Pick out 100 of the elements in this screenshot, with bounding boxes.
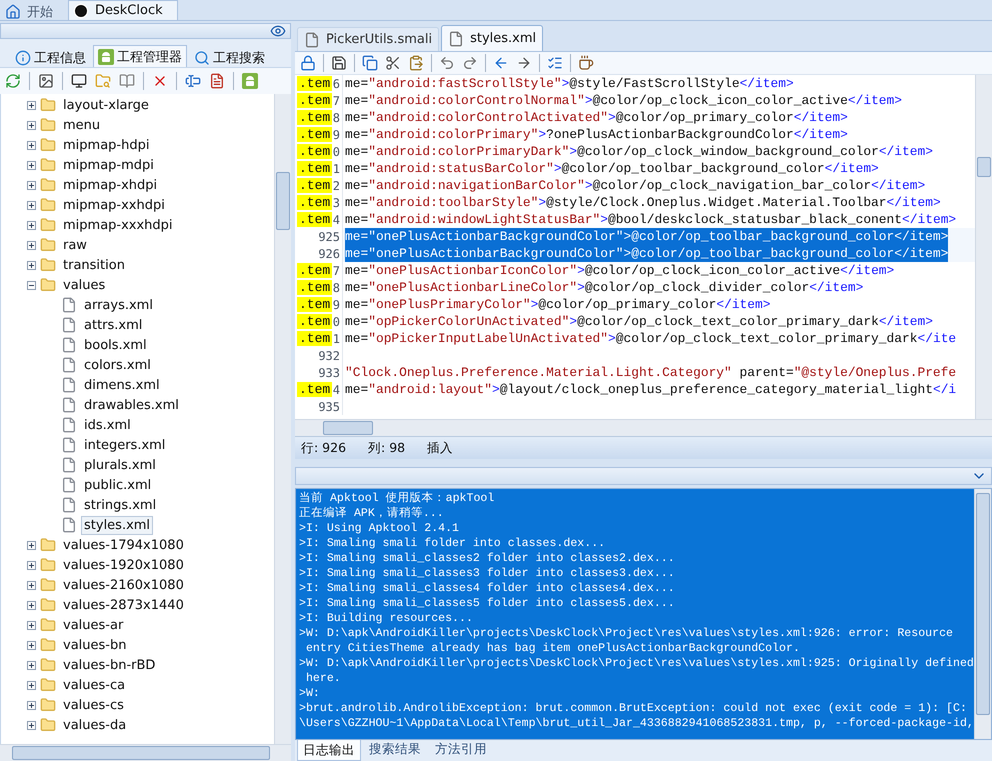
code-line: me="android:statusBarColor">@color/op_toolbar_background_color</item> [345, 160, 879, 177]
code-line: me="android:windowLightStatusBar">@bool/deskclock_statusbar_black_conent</item> [345, 211, 956, 228]
tree-item[interactable]: mipmap-mdpi [60, 156, 157, 174]
expand-icon[interactable] [27, 260, 36, 270]
expand-icon[interactable] [27, 620, 36, 630]
tree-item[interactable]: arrays.xml [81, 296, 156, 314]
expand-icon[interactable] [27, 640, 36, 650]
expand-icon[interactable] [27, 140, 36, 150]
scrollbar-thumb[interactable] [323, 421, 373, 435]
file-tab[interactable]: styles.xml [441, 25, 544, 51]
tree-item[interactable]: mipmap-xhdpi [60, 176, 160, 194]
expand-icon[interactable] [27, 580, 36, 590]
vertical-scrollbar[interactable] [274, 94, 291, 744]
tab[interactable]: 搜索结果 [363, 740, 427, 759]
tree-item[interactable]: plurals.xml [81, 456, 159, 474]
tree-item[interactable]: values-ca [60, 676, 128, 694]
expand-icon[interactable] [27, 120, 36, 130]
tab[interactable]: 工程搜索 [189, 47, 270, 67]
tree-item[interactable]: public.xml [81, 476, 154, 494]
log-line: >W: [299, 686, 321, 701]
tree-item[interactable]: values-bn [60, 636, 130, 654]
tab[interactable]: 开始 [0, 2, 68, 20]
folder-icon [40, 537, 56, 553]
horizontal-scrollbar[interactable] [295, 419, 992, 436]
tab[interactable]: 日志输出 [297, 740, 361, 761]
expand-icon[interactable] [27, 680, 36, 690]
tree-item[interactable]: mipmap-xxhdpi [60, 196, 168, 214]
robot-icon [242, 73, 258, 89]
expand-icon[interactable] [27, 600, 36, 610]
tree-item[interactable]: strings.xml [81, 496, 160, 514]
tree-item[interactable]: values-1794x1080 [60, 536, 187, 554]
vertical-scrollbar[interactable] [975, 75, 992, 419]
tree-item[interactable]: values-bn-rBD [60, 656, 158, 674]
tree-item[interactable]: attrs.xml [81, 316, 146, 334]
tree-item[interactable]: dimens.xml [81, 376, 163, 394]
expand-icon[interactable] [27, 200, 36, 210]
folder-icon [40, 217, 56, 233]
line-number: 3 [332, 196, 340, 210]
tab[interactable]: 工程信息 [10, 47, 91, 67]
scrollbar-thumb[interactable] [977, 157, 991, 177]
log-line: >I: Smaling smali_classes2 folder into classes2.dex... [299, 551, 676, 566]
line-number: 2 [332, 178, 340, 192]
file-icon [61, 517, 77, 533]
expand-icon[interactable] [27, 700, 36, 710]
tree-item[interactable]: values [60, 276, 108, 294]
collapse-icon[interactable] [27, 280, 36, 290]
tree-item[interactable]: colors.xml [81, 356, 154, 374]
file-tab[interactable]: PickerUtils.smali [297, 27, 440, 51]
scrollbar-thumb[interactable] [976, 493, 990, 715]
expand-icon[interactable] [27, 540, 36, 550]
tree-item[interactable]: values-da [60, 716, 130, 734]
vertical-scrollbar[interactable] [974, 489, 991, 739]
line-number: 8 [332, 280, 340, 294]
code-line: me="onePlusActionbarIconColor">@color/op_clock_icon_color_active</item> [345, 262, 894, 279]
tree-item[interactable]: styles.xml [81, 516, 154, 534]
log-line: here. [304, 671, 342, 686]
scrollbar-thumb[interactable] [276, 172, 290, 230]
save-icon [331, 55, 347, 71]
monitor-icon [71, 73, 87, 89]
tree-item[interactable]: ids.xml [81, 416, 134, 434]
expand-icon[interactable] [27, 220, 36, 230]
tree-item[interactable]: values-cs [60, 696, 127, 714]
line-number: 1 [332, 332, 340, 346]
code-line: me="android:colorPrimaryDark">@color/op_clock_window_background_color</item> [345, 143, 933, 160]
highlight-marker: .tem [297, 280, 332, 295]
tree-item[interactable]: mipmap-xxxhdpi [60, 216, 176, 234]
folder-icon [40, 677, 56, 693]
file-icon [61, 437, 77, 453]
tree-item[interactable]: mipmap-hdpi [60, 136, 152, 154]
tree-item[interactable]: values-2160x1080 [60, 576, 187, 594]
tree-item[interactable]: values-2873x1440 [60, 596, 187, 614]
expand-icon[interactable] [27, 180, 36, 190]
tree-item[interactable]: values-ar [60, 616, 126, 634]
text-field-icon [185, 73, 201, 89]
tree-item[interactable]: drawables.xml [81, 396, 182, 414]
tree-item[interactable]: bools.xml [81, 336, 150, 354]
expand-icon[interactable] [27, 100, 36, 110]
tab[interactable]: DeskClock [68, 0, 178, 20]
tree-item[interactable]: values-1920x1080 [60, 556, 187, 574]
tab[interactable]: 工程管理器 [93, 45, 187, 67]
expand-icon[interactable] [27, 240, 36, 250]
tree-item[interactable]: menu [60, 116, 104, 134]
scrollbar-thumb[interactable] [12, 746, 270, 760]
expand-icon[interactable] [27, 660, 36, 670]
horizontal-scrollbar[interactable] [0, 744, 291, 761]
file-icon [61, 457, 77, 473]
folder-icon [40, 157, 56, 173]
tree-item[interactable]: transition [60, 256, 128, 274]
expand-icon[interactable] [27, 560, 36, 570]
file-icon [61, 337, 77, 353]
code-line: me="android:colorControlNormal">@color/op_clock_icon_color_active</item> [345, 92, 902, 109]
code-line: me="opPickerInputLabelUnActivated">@color/op_clock_text_color_primary_dark</ite [345, 330, 956, 347]
tree-item[interactable]: raw [60, 236, 90, 254]
tree-item[interactable]: integers.xml [81, 436, 168, 454]
tree-item[interactable]: layout-xlarge [60, 96, 152, 114]
tab[interactable]: 方法引用 [429, 740, 493, 759]
expand-icon[interactable] [27, 160, 36, 170]
highlight-marker: .tem [297, 161, 332, 176]
expand-icon[interactable] [27, 720, 36, 730]
log-line: >I: Using Apktool 2.4.1 [299, 521, 460, 536]
